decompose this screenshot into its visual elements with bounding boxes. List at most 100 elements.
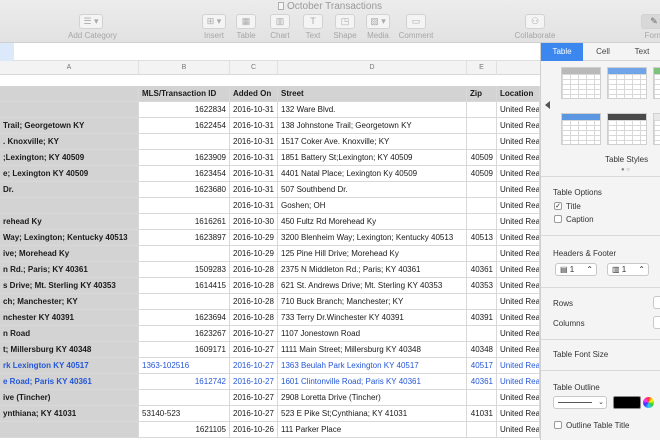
table-style-thumbnail[interactable] — [561, 67, 601, 99]
caption-checkbox[interactable] — [554, 215, 562, 223]
table-cell[interactable]: United Real — [497, 102, 540, 118]
header-columns-stepper[interactable]: ▥ 1 ⌃ — [607, 263, 649, 276]
table-cell[interactable]: 1616261 — [139, 214, 230, 230]
table-cell[interactable]: 40361 — [467, 374, 497, 390]
table-cell[interactable]: 1623897 — [139, 230, 230, 246]
table-cell[interactable]: Dr. — [0, 182, 139, 198]
add-category-button[interactable]: ☰ ▾ Add Category — [68, 14, 117, 40]
table-cell[interactable] — [467, 102, 497, 118]
collaborate-button[interactable]: ⚇ Collaborate — [514, 14, 556, 40]
table-cell[interactable]: 2016-10-31 — [230, 198, 278, 214]
table-cell[interactable]: ;Lexington; KY 40509 — [0, 150, 139, 166]
text-button[interactable]: T Text — [302, 14, 324, 40]
table-cell[interactable]: 710 Buck Branch; Manchester; KY — [278, 294, 467, 310]
table-cell[interactable]: 2016-10-28 — [230, 278, 278, 294]
table-cell[interactable]: 2016-10-27 — [230, 326, 278, 342]
table-cell[interactable]: 1612742 — [139, 374, 230, 390]
table-cell[interactable]: 2016-10-31 — [230, 118, 278, 134]
table-cell[interactable]: 2016-10-28 — [230, 310, 278, 326]
table-cell[interactable]: 2016-10-29 — [230, 246, 278, 262]
table-cell[interactable]: 1851 Battery St;Lexington; KY 40509 — [278, 150, 467, 166]
table-cell[interactable] — [467, 246, 497, 262]
table-cell[interactable]: n Rd.; Paris; KY 40361 — [0, 262, 139, 278]
column-letter-c[interactable]: C — [230, 61, 278, 75]
table-cell[interactable]: 41031 — [467, 406, 497, 422]
table-cell[interactable]: ive (Tincher) — [0, 390, 139, 406]
table-cell[interactable]: 1621105 — [139, 422, 230, 438]
title-checkbox[interactable]: ✓ — [554, 202, 562, 210]
table-cell[interactable]: 1623680 — [139, 182, 230, 198]
table-cell[interactable]: 1614415 — [139, 278, 230, 294]
table-cell[interactable]: 1111 Main Street; Millersburg KY 40348 — [278, 342, 467, 358]
table-cell[interactable]: 1623694 — [139, 310, 230, 326]
header-cell[interactable] — [0, 86, 139, 102]
table-cell[interactable]: 1622454 — [139, 118, 230, 134]
table-cell[interactable]: 138 Johnstone Trail; Georgetown KY — [278, 118, 467, 134]
table-cell[interactable]: 40361 — [467, 262, 497, 278]
media-button[interactable]: ▨ ▾ Media — [365, 14, 391, 40]
table-cell[interactable]: 2016-10-27 — [230, 406, 278, 422]
table-cell[interactable]: 132 Ware Blvd. — [278, 102, 467, 118]
table-cell[interactable] — [467, 390, 497, 406]
table-cell[interactable]: 2016-10-31 — [230, 150, 278, 166]
table-cell[interactable]: 1517 Coker Ave. Knoxville; KY — [278, 134, 467, 150]
outline-title-checkbox[interactable] — [554, 421, 562, 429]
table-cell[interactable]: 1601 Clintonville Road; Paris KY 40361 — [278, 374, 467, 390]
table-cell[interactable]: ive; Morehead Ky — [0, 246, 139, 262]
selected-sheet-tab[interactable] — [0, 43, 14, 61]
table-cell[interactable]: Goshen; OH — [278, 198, 467, 214]
table-cell[interactable]: 1609171 — [139, 342, 230, 358]
columns-stepper[interactable] — [653, 316, 660, 329]
table-cell[interactable]: United Real — [497, 182, 540, 198]
table-cell[interactable]: 2016-10-31 — [230, 166, 278, 182]
table-cell[interactable]: United Real — [497, 326, 540, 342]
table-cell[interactable]: 2016-10-31 — [230, 102, 278, 118]
table-cell[interactable]: s Drive; Mt. Sterling KY 40353 — [0, 278, 139, 294]
table-cell[interactable] — [139, 198, 230, 214]
table-cell[interactable]: ch; Manchester; KY — [0, 294, 139, 310]
table-cell[interactable]: 1363 Beulah Park Lexington KY 40517 — [278, 358, 467, 374]
table-cell[interactable]: e; Lexington KY 40509 — [0, 166, 139, 182]
table-cell[interactable]: 40513 — [467, 230, 497, 246]
table-cell[interactable]: 450 Fultz Rd Morehead Ky — [278, 214, 467, 230]
table-cell[interactable]: 2016-10-30 — [230, 214, 278, 230]
table-cell[interactable]: United Real — [497, 358, 540, 374]
table-cell[interactable]: . Knoxville; KY — [0, 134, 139, 150]
outline-color-well[interactable] — [613, 396, 641, 409]
table-cell[interactable]: United Real — [497, 246, 540, 262]
table-cell[interactable] — [467, 294, 497, 310]
table-cell[interactable]: 2016-10-26 — [230, 422, 278, 438]
table-cell[interactable]: 2375 N Middleton Rd.; Paris; KY 40361 — [278, 262, 467, 278]
table-cell[interactable]: 523 E Pike St;Cynthiana; KY 41031 — [278, 406, 467, 422]
table-style-thumbnail[interactable] — [607, 113, 647, 145]
table-cell[interactable]: 2016-10-31 — [230, 182, 278, 198]
table-cell[interactable]: United Real — [497, 310, 540, 326]
rows-stepper[interactable] — [653, 296, 660, 309]
table-cell[interactable]: United Real — [497, 134, 540, 150]
tab-text[interactable]: Text — [623, 43, 660, 61]
table-cell[interactable] — [139, 390, 230, 406]
table-cell[interactable] — [467, 118, 497, 134]
header-cell[interactable]: MLS/Transaction ID — [139, 86, 230, 102]
table-cell[interactable]: 40509 — [467, 166, 497, 182]
table-cell[interactable]: 1623267 — [139, 326, 230, 342]
table-cell[interactable]: t; Millersburg KY 40348 — [0, 342, 139, 358]
header-rows-stepper[interactable]: ▤ 1 ⌃ — [555, 263, 597, 276]
table-cell[interactable]: United Real — [497, 118, 540, 134]
table-cell[interactable] — [467, 198, 497, 214]
table-cell[interactable] — [139, 246, 230, 262]
table-cell[interactable]: n Road — [0, 326, 139, 342]
table-cell[interactable]: 40517 — [467, 358, 497, 374]
shape-button[interactable]: ◳ Shape — [332, 14, 358, 40]
insert-button[interactable]: ⊞ ▾ Insert — [200, 14, 228, 40]
table-cell[interactable]: 2016-10-28 — [230, 262, 278, 278]
table-cell[interactable] — [139, 294, 230, 310]
table-cell[interactable] — [0, 198, 139, 214]
page-dots-indicator[interactable]: ● ○ — [621, 167, 630, 173]
table-cell[interactable]: United Real — [497, 150, 540, 166]
table-cell[interactable]: nchester KY 40391 — [0, 310, 139, 326]
table-cell[interactable]: 2016-10-27 — [230, 358, 278, 374]
table-cell[interactable] — [467, 182, 497, 198]
header-cell[interactable]: Zip — [467, 86, 497, 102]
table-cell[interactable]: 53140-523 — [139, 406, 230, 422]
